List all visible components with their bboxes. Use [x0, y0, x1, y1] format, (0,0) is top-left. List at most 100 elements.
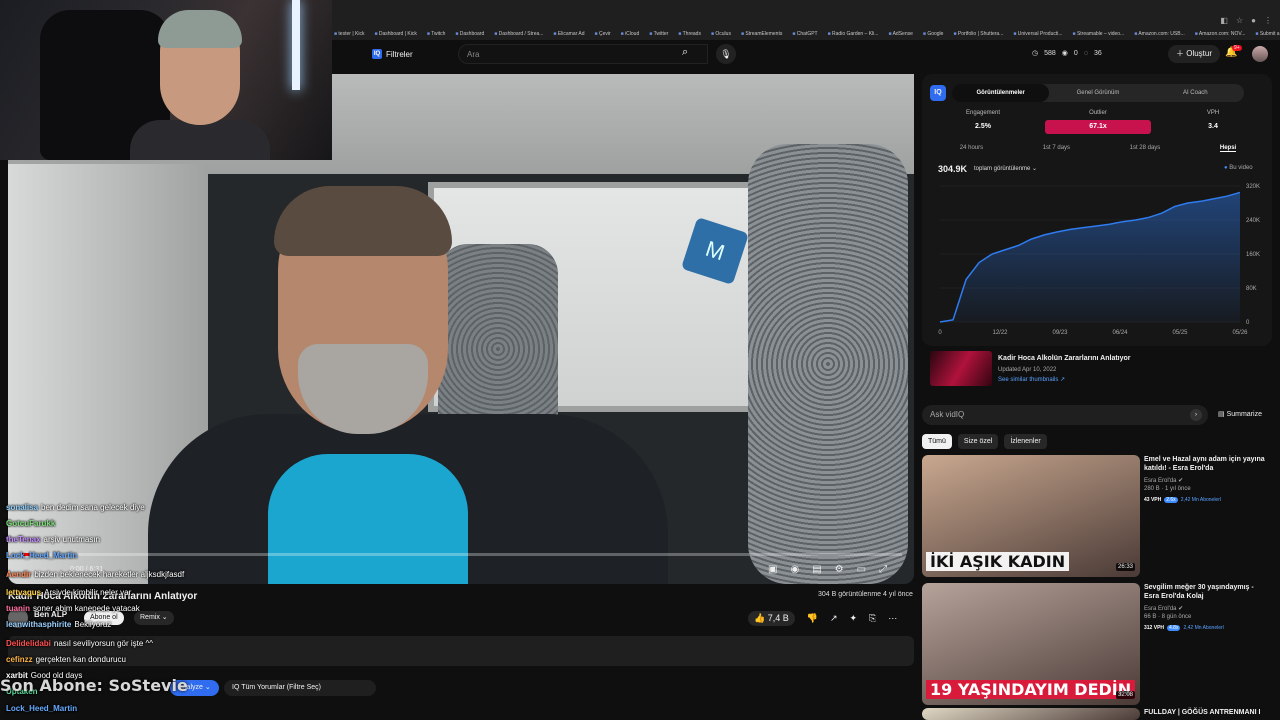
bookmark-item[interactable]: Twitch: [427, 31, 445, 37]
chat-text: gerçekten kan dondurucu: [35, 655, 126, 664]
vidiq-badge-icon: IQ: [372, 49, 382, 59]
range-all[interactable]: Hepsi: [1219, 145, 1237, 152]
subtitles-icon[interactable]: ▤: [812, 564, 821, 575]
thumbnail-text: 19 YAŞINDAYIM DEDİN: [926, 680, 1136, 699]
summarize-button[interactable]: ▤ Summarize: [1218, 410, 1262, 418]
chart-area: [940, 192, 1240, 322]
avatar[interactable]: [1252, 46, 1268, 62]
bookmark-item[interactable]: AdSense: [888, 31, 913, 37]
microphone-icon[interactable]: 🎙: [716, 44, 736, 64]
ask-vidiq-input[interactable]: Ask vidIQ: [922, 405, 1208, 425]
bookmark-item[interactable]: Dashboard / Strea...: [494, 31, 544, 37]
bookmark-item[interactable]: Submit a request...: [1255, 31, 1280, 37]
video-title[interactable]: Sevgilim meğer 30 yaşındaymış - Esra Ero…: [1144, 583, 1268, 601]
bookmark-item[interactable]: Portfolio | Shuttera...: [953, 31, 1004, 37]
profile-icon[interactable]: ●: [1251, 16, 1256, 25]
recommended-video[interactable]: 19 YAŞINDAYIM DEDİN 32:08 Sevgilim meğer…: [922, 583, 1272, 705]
bookmark-item[interactable]: Threads: [678, 31, 701, 37]
total-views-dropdown[interactable]: toplam görüntülenme ⌄: [974, 165, 1037, 172]
save-icon[interactable]: ⎘: [869, 613, 876, 624]
range-24h[interactable]: 24 hours: [960, 145, 983, 152]
menu-icon[interactable]: ⋮: [1264, 16, 1272, 25]
vidiq-player-icon[interactable]: ▣: [768, 564, 777, 575]
tab-ai-coach[interactable]: AI Coach: [1147, 84, 1244, 102]
extension-icon[interactable]: ◧: [1220, 16, 1228, 25]
send-icon[interactable]: ›: [1190, 409, 1202, 421]
vidiq-logo-icon: IQ: [930, 85, 946, 101]
video-thumbnail[interactable]: 19 YAŞINDAYIM DEDİN 32:08: [922, 583, 1140, 705]
chat-username: Delidelidabi: [6, 639, 51, 648]
person-hair: [274, 186, 452, 256]
chat-username: cefinzz: [6, 655, 33, 664]
bookmark-item[interactable]: Google: [923, 31, 943, 37]
share-icon[interactable]: ↗: [830, 613, 838, 624]
chart-y-tick: 160K: [1246, 252, 1260, 258]
bookmark-item[interactable]: Oculus: [711, 31, 731, 37]
chip-for-you[interactable]: Size özel: [957, 434, 999, 449]
video-title[interactable]: FULLDAY | GÖĞÜS ANTRENMANI I: [1144, 708, 1268, 717]
filter-button[interactable]: IQ Filtreler: [372, 46, 413, 62]
range-28d[interactable]: 1st 28 days: [1130, 145, 1161, 152]
range-7d[interactable]: 1st 7 days: [1043, 145, 1070, 152]
bookmark-item[interactable]: Dashboard | Kick: [374, 31, 417, 37]
bookmark-item[interactable]: Radio Garden – Kli...: [828, 31, 878, 37]
search-icon[interactable]: ⌕: [682, 46, 688, 59]
chip-watched[interactable]: İzlenenler: [1004, 434, 1047, 449]
channel-name[interactable]: Esra Erol'da ✔: [1144, 605, 1183, 612]
dislike-icon[interactable]: 👎: [807, 613, 818, 624]
fullscreen-icon[interactable]: ⤢: [879, 564, 887, 575]
vidiq-tags: 43 VPH 2.6x 2,42 Mn Abonelerl: [1144, 497, 1221, 503]
bookmark-item[interactable]: Amazon.com: USB...: [1134, 31, 1184, 37]
more-icon[interactable]: ⋯: [888, 613, 897, 624]
recommended-video[interactable]: İKİ AŞIK KADIN 26:33 Emel ve Hazal aynı …: [922, 455, 1272, 577]
chat-message: GotcuFarukk: [6, 519, 58, 528]
chart-legend: Bu video: [1224, 165, 1252, 171]
like-button[interactable]: 👍 7,4 B: [748, 611, 795, 626]
channel-name[interactable]: Esra Erol'da ✔: [1144, 477, 1183, 484]
star-icon[interactable]: ☆: [1236, 16, 1243, 25]
stat-value: 588: [1044, 49, 1056, 57]
vidiq-tags: 312 VPH 4.8x 2,42 Mn Abonelerl: [1144, 625, 1224, 631]
chat-username: leanwithasphirite: [6, 620, 72, 629]
chart-x-tick: 09/23: [1052, 330, 1068, 336]
chart-y-tick: 320K: [1246, 184, 1260, 190]
chart-x-tick: 0: [938, 330, 942, 336]
recommended-video[interactable]: FULLDAY | GÖĞÜS ANTRENMANI I: [922, 708, 1272, 720]
bookmark-item[interactable]: Universal Producti...: [1013, 31, 1063, 37]
stat-value: 36: [1093, 49, 1102, 57]
similar-thumbnails-link[interactable]: See similar thumbnails ↗: [998, 376, 1065, 383]
create-label: Oluştur: [1186, 49, 1213, 58]
settings-icon[interactable]: ⚙: [835, 564, 844, 575]
theater-icon[interactable]: ▭: [857, 564, 866, 575]
tab-views[interactable]: Görüntülenmeler: [952, 84, 1050, 102]
create-button[interactable]: ＋ Oluştur: [1168, 45, 1221, 63]
bookmark-item[interactable]: ChatGPT: [792, 31, 818, 37]
bookmark-item[interactable]: iCloud: [621, 31, 639, 37]
bookmark-item[interactable]: StreamElements: [741, 31, 782, 37]
autoplay-icon[interactable]: ◉: [790, 564, 799, 575]
stat-eye-icon: ◉: [1061, 50, 1068, 57]
browser-toolbar-icons[interactable]: ◧ ☆ ● ⋮: [1220, 16, 1272, 25]
chart-x-tick: 12/22: [992, 330, 1008, 336]
bookmark-item[interactable]: Çevir: [595, 31, 611, 37]
comment-filter-select[interactable]: IQ Tüm Yorumlar (Filtre Seç): [224, 680, 376, 696]
video-title[interactable]: Emel ve Hazal aynı adam için yayına katı…: [1144, 455, 1268, 473]
bookmark-item[interactable]: Elicamar Ad: [553, 31, 585, 37]
sparkle-icon[interactable]: ✦: [850, 613, 858, 624]
video-thumbnail[interactable]: İKİ AŞIK KADIN 26:33: [922, 455, 1140, 577]
bookmark-item[interactable]: Streamable – video...: [1073, 31, 1124, 37]
bookmark-item[interactable]: tester | Kick: [334, 31, 364, 37]
bookmark-item[interactable]: Dashboard: [455, 31, 484, 37]
progress-bar[interactable]: [22, 553, 902, 556]
remix-button[interactable]: Remix ⌄: [134, 611, 174, 625]
remix-label: Remix: [140, 614, 160, 621]
video-thumbnail[interactable]: [922, 708, 1140, 720]
chip-all[interactable]: Tümü: [922, 434, 952, 449]
video-meta: 66 B · 8 gün önce: [1144, 614, 1192, 620]
bookmark-item[interactable]: Twitter: [649, 31, 669, 37]
search-input[interactable]: Ara: [458, 44, 708, 64]
tab-overview[interactable]: Genel Görünüm: [1049, 84, 1146, 102]
bookmark-item[interactable]: Amazon.com: NOV...: [1195, 31, 1246, 37]
vidiq-top-stats[interactable]: ◷ 588 ◉ 0 ◌ 36: [1032, 49, 1102, 58]
chart-x-tick: 05/26: [1232, 330, 1248, 336]
